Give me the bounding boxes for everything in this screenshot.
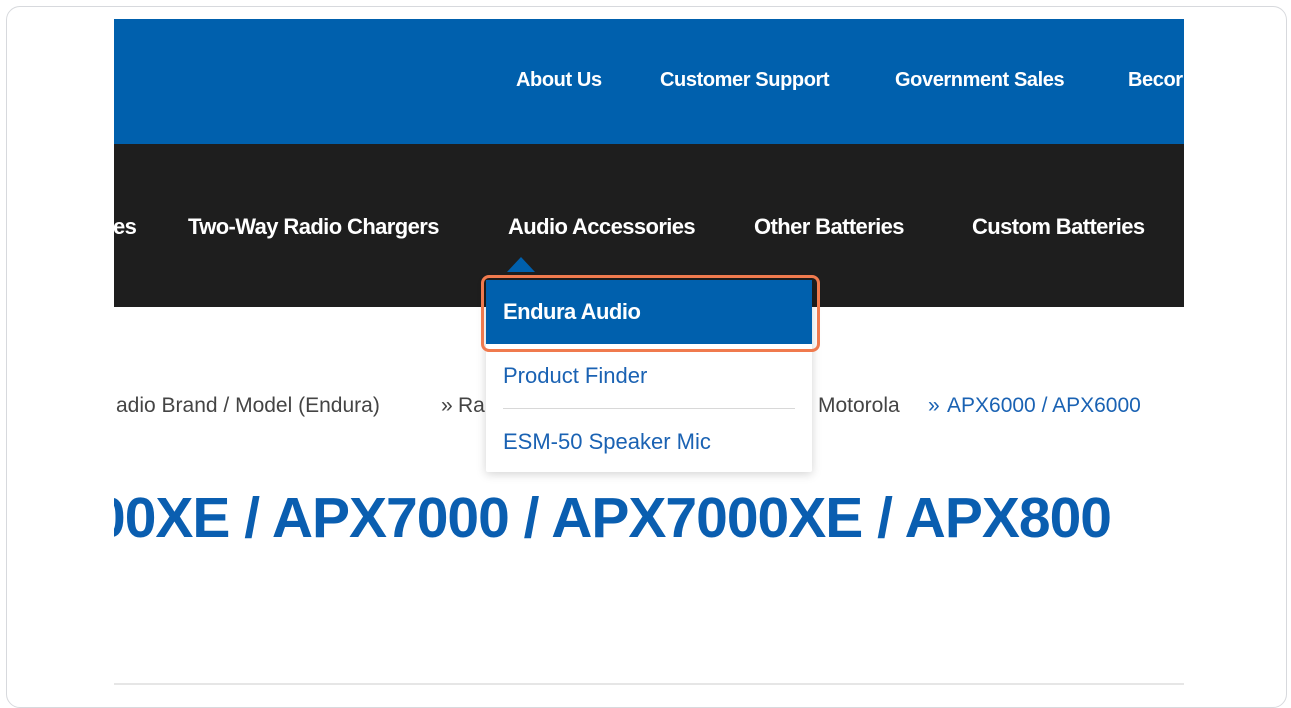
main-nav-item-chargers[interactable]: Two-Way Radio Chargers [188, 214, 439, 240]
breadcrumb-separator: » [441, 394, 453, 417]
main-nav-item-audio-accessories[interactable]: Audio Accessories [508, 214, 696, 240]
top-nav-about-us[interactable]: About Us [516, 69, 602, 92]
top-nav-become[interactable]: Becor [1128, 69, 1183, 92]
dropdown-item-endura-audio[interactable]: Endura Audio [486, 280, 812, 344]
dropdown-caret-icon [507, 257, 535, 272]
page-title: 00XE / APX7000 / APX7000XE / APX800 [114, 486, 1112, 550]
breadcrumb-radio-brand: adio Brand / Model (Endura) [116, 394, 380, 417]
main-nav-item-other-batteries[interactable]: Other Batteries [754, 214, 905, 240]
breadcrumb-apx-models[interactable]: APX6000 / APX6000 [947, 394, 1141, 418]
breadcrumb-motorola: Motorola [818, 394, 900, 417]
dropdown-item-product-finder[interactable]: Product Finder [486, 344, 812, 408]
top-nav-bar: About Us Customer Support Government Sal… [114, 19, 1184, 144]
main-nav-item-batteries[interactable]: es [114, 214, 137, 240]
dropdown-divider [503, 408, 795, 409]
breadcrumb-separator-2: » [928, 394, 940, 417]
divider [114, 683, 1184, 685]
top-nav-government-sales[interactable]: Government Sales [895, 69, 1065, 92]
main-nav-item-custom-batteries[interactable]: Custom Batteries [972, 214, 1145, 240]
top-nav: About Us Customer Support Government Sal… [114, 19, 1184, 144]
top-nav-customer-support[interactable]: Customer Support [660, 69, 830, 92]
dropdown-item-esm50-speaker-mic[interactable]: ESM-50 Speaker Mic [486, 410, 812, 474]
breadcrumb-radio: Ra [458, 394, 485, 417]
audio-accessories-dropdown: Endura Audio Product Finder ESM-50 Speak… [486, 280, 812, 472]
